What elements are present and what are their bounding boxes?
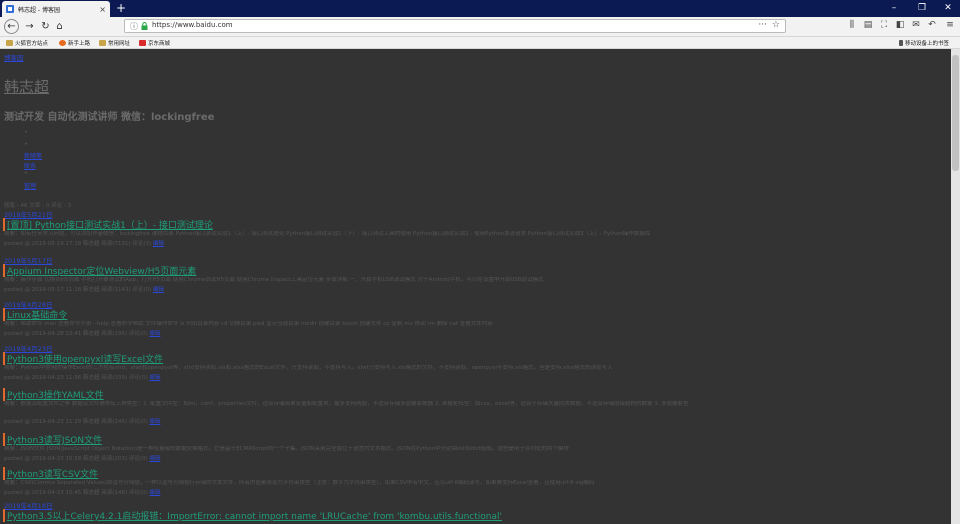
nav-bullet: • [24, 141, 28, 148]
post-title[interactable]: Python3读写JSON文件 [3, 433, 102, 446]
post-meta: posted @ 2018-05-19 17:18 韩志超 阅读(7191) 评… [4, 241, 164, 247]
favicon-icon [6, 5, 14, 13]
edit-link[interactable]: 编辑 [153, 287, 164, 293]
bookmark-mobile[interactable]: 移动设备上的书签 [899, 39, 949, 47]
lock-icon [141, 22, 148, 30]
blog-stats: 随笔 - 46 文章 - 0 评论 - 3 [4, 203, 71, 209]
tab-title: 韩志超 - 博客园 [18, 6, 60, 14]
post-title[interactable]: [置顶] Python接口测试实战1（上）- 接口测试理论 [3, 218, 213, 231]
maximize-icon[interactable]: ❐ [908, 0, 936, 17]
edit-link[interactable]: 编辑 [149, 375, 160, 381]
library-icon[interactable]: ⫼ [846, 20, 858, 30]
firefox-icon [59, 40, 66, 46]
blog-title[interactable]: 韩志超 [4, 76, 49, 97]
post-meta: posted @ 2019-04-23 11:56 韩志超 阅读(339) 评论… [4, 375, 161, 381]
reload-icon[interactable]: ↻ [38, 19, 53, 34]
nav-contact[interactable]: 联系 [24, 161, 36, 170]
bookmark-firefox[interactable]: 火狐官方站点 [6, 39, 48, 47]
folder-icon [99, 40, 106, 46]
post-title[interactable]: Appium Inspector定位Webview/H5页面元素 [3, 264, 196, 277]
post-meta: posted @ 2019-04-28 22:41 韩志超 阅读(195) 评论… [4, 331, 161, 337]
post-summary: 摘要：帮助命令 man 查看命令手册 --help 查看命令帮助 文件操作命令 … [4, 321, 493, 327]
url-text: https://www.baidu.com [152, 21, 233, 29]
post-title[interactable]: Linux基础命令 [3, 308, 67, 321]
minimize-icon[interactable]: – [880, 0, 908, 17]
page-content: 博客园 韩志超 测试开发 自动化测试讲师 微信：lockingfree • • … [0, 49, 951, 524]
post-meta: posted @ 2019-04-23 10:45 韩志超 阅读(146) 评论… [4, 490, 161, 496]
bookmark-star-icon[interactable]: ☆ [772, 20, 780, 30]
tab-blog[interactable]: 韩志超 - 博客园 × [2, 1, 110, 17]
home-link[interactable]: 博客园 [4, 52, 24, 62]
post-title[interactable]: Python3使用openpyxl读写Excel文件 [3, 352, 163, 365]
bookmark-jd[interactable]: 京东商城 [139, 39, 170, 47]
forward-icon[interactable]: → [22, 19, 37, 34]
nav-bullet: • [24, 129, 28, 136]
post-summary: 摘要：如有任何学习问题，可以添加作者微信：lockingfree 课程目录 Py… [4, 231, 651, 237]
sidebar-icon[interactable]: ▤ [862, 20, 874, 30]
post-title[interactable]: Python3操作YAML文件 [3, 388, 104, 401]
nav-bullet: • [24, 170, 28, 177]
menu-icon[interactable]: ≡ [944, 20, 956, 30]
post-meta: posted @ 2019-05-17 11:18 韩志超 阅读(1143) 评… [4, 287, 164, 293]
new-tab-button[interactable]: + [114, 1, 128, 15]
tab-bar: 韩志超 - 博客园 × + – ❐ ✕ [0, 0, 960, 17]
edit-link[interactable]: 编辑 [149, 490, 160, 496]
bookmark-common[interactable]: 常用网址 [99, 39, 130, 47]
browser-window: 韩志超 - 博客园 × + – ❐ ✕ ← → ↻ ⌂ ⓘ https://ww… [0, 0, 960, 524]
chat-icon[interactable]: ✉ [910, 20, 922, 30]
bookmarks-toolbar: 火狐官方站点 新手上路 常用网址 京东商城 移动设备上的书签 [0, 37, 960, 49]
close-icon[interactable]: × [99, 5, 106, 14]
post-meta: posted @ 2019-04-23 11:29 韩志超 阅读(245) 评论… [4, 419, 161, 425]
post-summary: 摘要：JSON文件 JSON(JavaScript Object Notatio… [4, 446, 569, 452]
edit-link[interactable]: 编辑 [149, 456, 160, 462]
edit-link[interactable]: 编辑 [153, 241, 164, 247]
window-close-icon[interactable]: ✕ [934, 0, 960, 17]
mobile-icon [899, 40, 903, 46]
post-summary: 摘要：Python中常用的操作Excel的三方包有xlrd，xlwt和openp… [4, 365, 613, 371]
jd-icon [139, 40, 146, 46]
post-title[interactable]: Python3读写CSV文件 [3, 467, 98, 480]
edit-link[interactable]: 编辑 [149, 331, 160, 337]
folder-icon [6, 40, 13, 46]
post-summary: 摘要：CSV(Comma Separated Values)即逗号分隔值，一种以… [4, 480, 595, 486]
screenshot-icon[interactable]: ⛶ [878, 20, 890, 30]
post-title[interactable]: Python3.5以上Celery4.2.1启动报错：ImportError: … [3, 509, 502, 522]
post-summary: 摘要：数据及配置文件之争 数据及文件通常有三种类型：1. 配置文件型：如ini，… [4, 401, 689, 407]
blog-subtitle: 测试开发 自动化测试讲师 微信：lockingfree [4, 112, 215, 123]
bookmark-newbie[interactable]: 新手上路 [59, 39, 90, 47]
back-icon[interactable]: ← [4, 19, 19, 34]
info-icon[interactable]: ⓘ [130, 21, 138, 32]
post-meta: posted @ 2019-04-23 10:58 韩志超 阅读(203) 评论… [4, 456, 161, 462]
edit-link[interactable]: 编辑 [149, 419, 160, 425]
navigation-toolbar: ← → ↻ ⌂ ⓘ https://www.baidu.com ··· ☆ ⫼ … [0, 17, 960, 37]
page-actions-icon[interactable]: ··· [758, 20, 767, 30]
post-summary: 摘要：操作步骤 切换到H5页面 手机打开要测试的App，打开H5页面 使用Chr… [4, 277, 544, 283]
home-icon[interactable]: ⌂ [52, 19, 67, 34]
address-bar[interactable]: ⓘ https://www.baidu.com ··· ☆ [124, 19, 786, 33]
page-scrollbar[interactable] [951, 49, 960, 524]
undo-icon[interactable]: ↶ [926, 20, 938, 30]
extension-icon[interactable]: ◧ [894, 20, 906, 30]
nav-admin[interactable]: 管理 [24, 181, 36, 190]
scrollbar-thumb[interactable] [952, 55, 959, 171]
nav-new-post[interactable]: 新随笔 [24, 151, 42, 160]
